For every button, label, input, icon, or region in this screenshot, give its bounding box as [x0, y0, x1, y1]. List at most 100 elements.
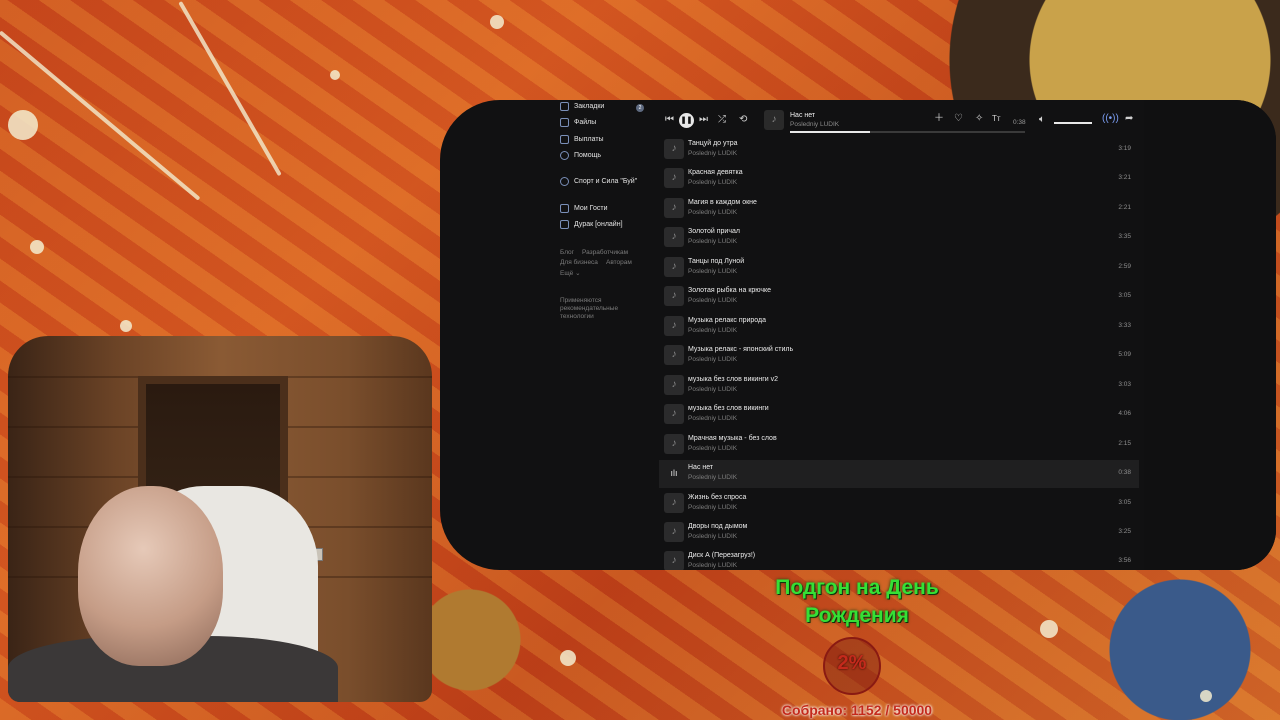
add-icon[interactable]: ＋ — [934, 113, 944, 125]
sidebar: Закладки 2 Файлы Выплаты Помощь Спорт и … — [558, 100, 654, 570]
game-icon — [560, 220, 569, 229]
note-icon: ♪ — [664, 345, 684, 365]
pause-icon[interactable]: ❚❚ — [679, 113, 694, 128]
sidebar-item-label: Закладки — [574, 103, 605, 110]
footer-link-more[interactable]: Ещё ⌄ — [560, 269, 581, 277]
track-duration: 2:15 — [1118, 440, 1131, 447]
track-row[interactable]: ♪ Красная девятка Posledniy LUDIK 3:21 — [659, 165, 1139, 193]
track-row[interactable]: ♪ Мрачная музыка - без слов Posledniy LU… — [659, 431, 1139, 459]
track-row[interactable]: ♪ Золотая рыбка на крючке Posledniy LUDI… — [659, 283, 1139, 311]
track-row[interactable]: ♪ Танцуй до утра Posledniy LUDIK 3:19 — [659, 136, 1139, 164]
track-artist[interactable]: Posledniy LUDIK — [688, 297, 737, 304]
track-artist[interactable]: Posledniy LUDIK — [688, 268, 737, 275]
track-title[interactable]: Диск А (Перезагруз!) — [688, 552, 755, 559]
track-title[interactable]: Музыка релакс - японский стиль — [688, 346, 793, 353]
sidebar-item-payouts[interactable]: Выплаты — [560, 135, 604, 144]
track-title[interactable]: музыка без слов викинги — [688, 405, 769, 412]
note-icon: ♪ — [664, 286, 684, 306]
note-icon: ♪ — [664, 257, 684, 277]
broadcast-icon[interactable]: ((•)) — [1102, 113, 1119, 125]
progress-fill — [790, 131, 870, 133]
track-artist[interactable]: Posledniy LUDIK — [688, 238, 737, 245]
note-icon: ♪ — [664, 227, 684, 247]
track-row[interactable]: ♪ музыка без слов викинги Posledniy LUDI… — [659, 401, 1139, 429]
sidebar-item-durak[interactable]: Дурак [онлайн] — [560, 220, 623, 229]
sidebar-item-sport[interactable]: Спорт и Сила "Буй" — [560, 177, 637, 186]
track-row[interactable]: ♪ Музыка релакс природа Posledniy LUDIK … — [659, 313, 1139, 341]
track-duration: 2:59 — [1118, 263, 1131, 270]
now-playing-artist[interactable]: Posledniy LUDIK — [790, 121, 839, 128]
track-row[interactable]: ♪ Дворы под дымом Posledniy LUDIK 3:25 — [659, 519, 1139, 547]
track-title[interactable]: Жизнь без спроса — [688, 494, 746, 501]
donation-collected: Собрано: 1152 / 50000 — [781, 702, 933, 718]
track-duration: 5:09 — [1118, 351, 1131, 358]
track-artist[interactable]: Posledniy LUDIK — [688, 386, 737, 393]
progress-bar[interactable] — [790, 131, 1025, 133]
track-duration: 0:38 — [1118, 469, 1131, 476]
track-title[interactable]: Дворы под дымом — [688, 523, 747, 530]
track-row[interactable]: ♪ Танцы под Луной Posledniy LUDIK 2:59 — [659, 254, 1139, 282]
next-icon[interactable]: ⏭ — [699, 114, 708, 126]
track-duration: 3:25 — [1118, 528, 1131, 535]
track-title[interactable]: Танцуй до утра — [688, 140, 738, 147]
sidebar-item-label: Дурак [онлайн] — [574, 221, 623, 228]
track-title[interactable]: Танцы под Луной — [688, 258, 744, 265]
track-title[interactable]: Нас нет — [688, 464, 713, 471]
track-row[interactable]: ♪ музыка без слов викинги v2 Posledniy L… — [659, 372, 1139, 400]
track-duration: 3:33 — [1118, 322, 1131, 329]
sidebar-item-bookmarks[interactable]: Закладки 2 — [560, 102, 644, 112]
payout-icon — [560, 135, 569, 144]
track-title[interactable]: Золотой причал — [688, 228, 740, 235]
sidebar-item-label: Файлы — [574, 119, 597, 126]
note-icon: ♪ — [664, 493, 684, 513]
player-bar: ⏮ ❚❚ ⏭ ⤮ ⟲ ♪ Нас нет Posledniy LUDIK ＋ ♡… — [659, 104, 1139, 134]
dislike-icon[interactable]: ♡ — [954, 113, 963, 125]
track-artist[interactable]: Posledniy LUDIK — [688, 356, 737, 363]
track-artist[interactable]: Posledniy LUDIK — [688, 504, 737, 511]
footer-link-business[interactable]: Для бизнеса — [560, 259, 598, 266]
track-title[interactable]: Музыка релакс природа — [688, 317, 766, 324]
note-icon: ♪ — [664, 198, 684, 218]
now-playing-title[interactable]: Нас нет — [790, 112, 815, 119]
sparkle-icon[interactable]: ✧ — [975, 113, 983, 125]
track-title[interactable]: Магия в каждом окне — [688, 199, 757, 206]
track-row[interactable]: ♪ Золотой причал Posledniy LUDIK 3:35 — [659, 224, 1139, 252]
lyrics-icon[interactable]: Tт — [992, 113, 1001, 125]
track-row[interactable]: ♪ Музыка релакс - японский стиль Posledn… — [659, 342, 1139, 370]
footer-link-blog[interactable]: Блог — [560, 249, 574, 256]
equalizer-icon: ılı — [670, 468, 678, 478]
person-head — [78, 486, 223, 666]
track-title[interactable]: музыка без слов викинги v2 — [688, 376, 778, 383]
app-icon — [560, 177, 569, 186]
track-artist[interactable]: Posledniy LUDIK — [688, 209, 737, 216]
track-row[interactable]: ♪ Жизнь без спроса Posledniy LUDIK 3:05 — [659, 490, 1139, 518]
track-artist[interactable]: Posledniy LUDIK — [688, 150, 737, 157]
track-artist[interactable]: Posledniy LUDIK — [688, 562, 737, 569]
share-icon[interactable]: ➦ — [1125, 113, 1133, 125]
track-artist[interactable]: Posledniy LUDIK — [688, 415, 737, 422]
volume-slider[interactable] — [1054, 122, 1092, 124]
track-title[interactable]: Мрачная музыка - без слов — [688, 435, 777, 442]
sidebar-item-guests[interactable]: Мои Гости — [560, 204, 608, 213]
footer-link-authors[interactable]: Авторам — [606, 259, 632, 266]
sidebar-item-label: Мои Гости — [574, 205, 608, 212]
track-artist[interactable]: Posledniy LUDIK — [688, 445, 737, 452]
sidebar-item-files[interactable]: Файлы — [560, 118, 596, 127]
track-artist[interactable]: Posledniy LUDIK — [688, 533, 737, 540]
sidebar-item-help[interactable]: Помощь — [560, 151, 601, 160]
shuffle-icon[interactable]: ⤮ — [718, 114, 726, 126]
track-artist[interactable]: Posledniy LUDIK — [688, 179, 737, 186]
main-content: ⏮ ❚❚ ⏭ ⤮ ⟲ ♪ Нас нет Posledniy LUDIK ＋ ♡… — [659, 100, 1139, 570]
track-artist[interactable]: Posledniy LUDIK — [688, 327, 737, 334]
track-row[interactable]: ♪ Магия в каждом окне Posledniy LUDIK 2:… — [659, 195, 1139, 223]
track-row[interactable]: ♪ Диск А (Перезагруз!) Posledniy LUDIK 3… — [659, 548, 1139, 570]
prev-icon[interactable]: ⏮ — [665, 114, 674, 126]
track-title[interactable]: Красная девятка — [688, 169, 743, 176]
track-duration: 3:19 — [1118, 145, 1131, 152]
volume-icon[interactable]: 🔈︎ — [1039, 114, 1045, 126]
repeat-icon[interactable]: ⟲ — [739, 114, 747, 126]
track-title[interactable]: Золотая рыбка на крючке — [688, 287, 771, 294]
footer-link-developers[interactable]: Разработчикам — [582, 249, 628, 256]
track-row-active[interactable]: ılı Нас нет Posledniy LUDIK 0:38 — [659, 460, 1139, 488]
track-artist[interactable]: Posledniy LUDIK — [688, 474, 737, 481]
